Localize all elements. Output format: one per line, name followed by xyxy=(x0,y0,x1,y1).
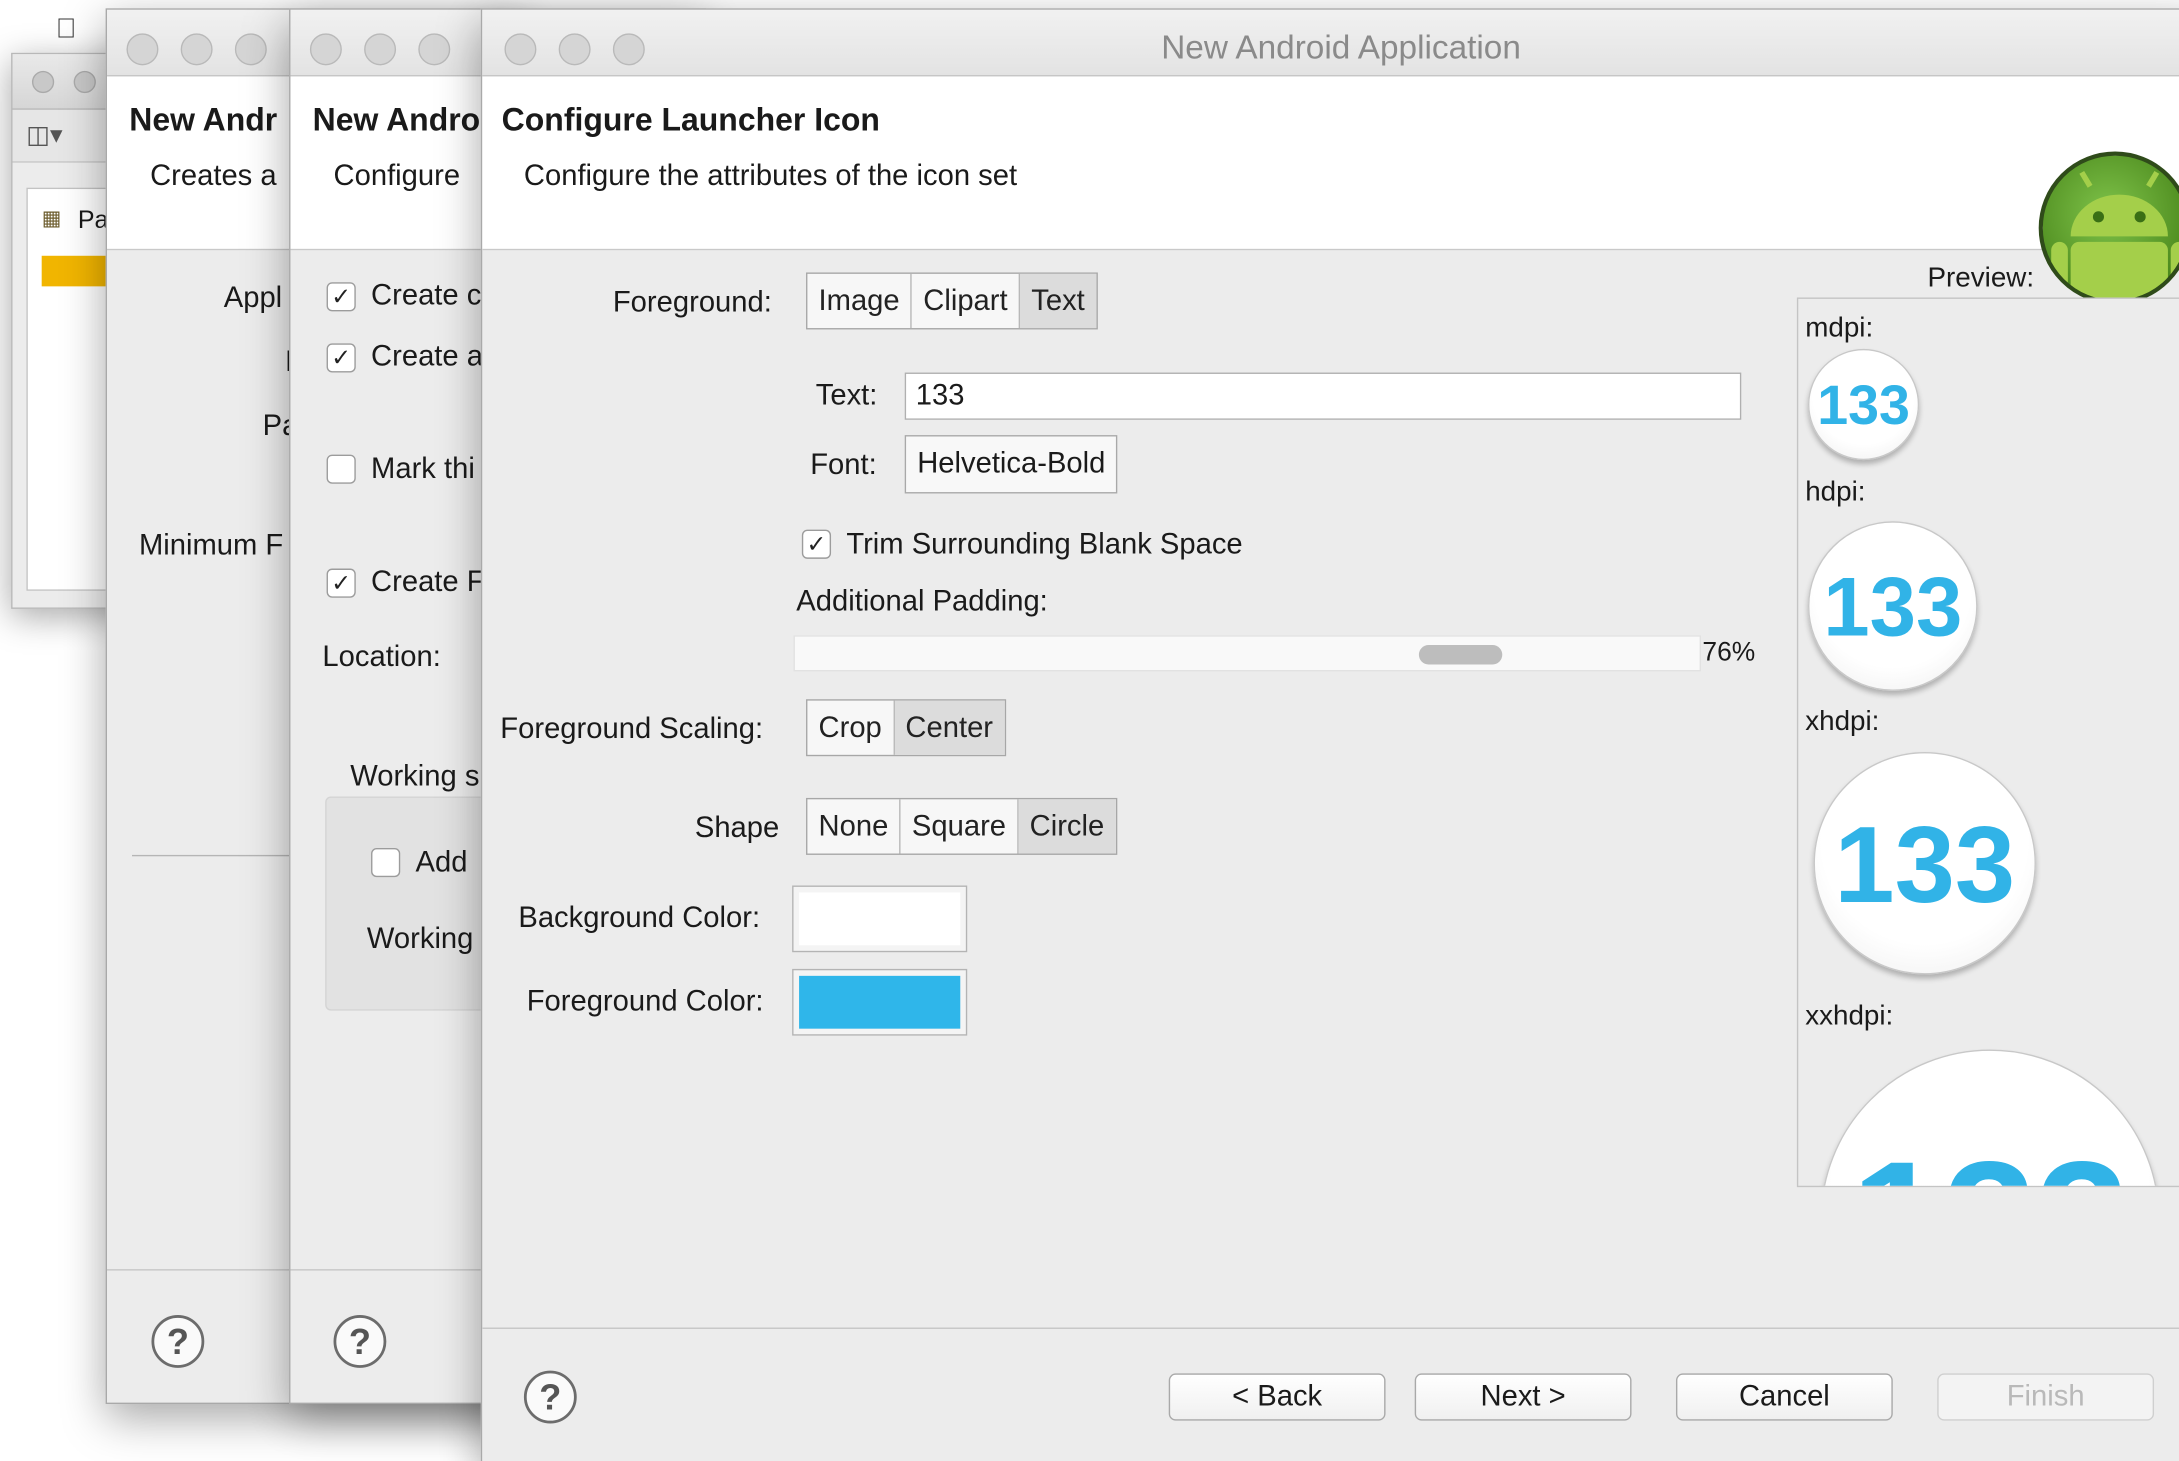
padding-label: Additional Padding: xyxy=(796,585,1048,618)
close-button[interactable] xyxy=(309,33,342,66)
android-robot-icon xyxy=(2051,170,2179,301)
close-button[interactable] xyxy=(126,33,159,66)
foreground-clipart-button[interactable]: Clipart xyxy=(912,273,1021,329)
zoom-button[interactable] xyxy=(418,33,451,66)
mdpi-icon-preview: 133 xyxy=(1807,348,1920,461)
mdpi-label: mdpi: xyxy=(1805,312,1874,344)
package-explorer-tab[interactable]: Pa xyxy=(78,206,109,235)
padding-slider[interactable] xyxy=(793,635,1701,672)
trim-checkbox[interactable]: ✓ xyxy=(801,529,832,559)
scaling-crop-button[interactable]: Crop xyxy=(807,700,895,755)
background-color-swatch xyxy=(799,892,961,946)
foreground-color-swatch xyxy=(799,975,961,1029)
shape-none-button[interactable]: None xyxy=(807,799,901,854)
shape-circle-button[interactable]: Circle xyxy=(1018,799,1116,854)
window-title: New Android Application xyxy=(1161,29,1521,67)
padding-slider-knob[interactable] xyxy=(1418,645,1503,665)
next-button[interactable]: Next > xyxy=(1414,1373,1632,1421)
zoom-button[interactable] xyxy=(234,33,267,66)
xhdpi-label: xhdpi: xyxy=(1805,706,1880,737)
minimize-button[interactable] xyxy=(364,33,397,66)
help-icon[interactable]: ? xyxy=(333,1315,387,1368)
foreground-color-button[interactable] xyxy=(792,968,968,1036)
minimize-light[interactable] xyxy=(73,70,96,94)
back-button[interactable]: < Back xyxy=(1168,1373,1386,1421)
create-project-checkbox[interactable]: ✓ xyxy=(326,568,356,598)
text-label: Text: xyxy=(815,379,878,412)
foreground-selector: Image Clipart Text xyxy=(806,272,1098,330)
scaling-selector: Crop Center xyxy=(806,699,1006,757)
configure-launcher-icon-window: New Android Application Configure Launch… xyxy=(480,8,2179,1461)
preview-panel: mdpi: 133 hdpi: 133 xhdpi: 133 xxhdpi: 1… xyxy=(1796,297,2179,1188)
hdpi-icon-preview: 133 xyxy=(1807,521,1978,691)
create-project-label: Create F xyxy=(371,565,485,598)
padding-value: 76% xyxy=(1702,638,1756,668)
foreground-color-label: Foreground Color: xyxy=(526,985,764,1018)
help-icon[interactable]: ? xyxy=(151,1315,205,1368)
foreground-text-button[interactable]: Text xyxy=(1020,273,1096,329)
shape-square-button[interactable]: Square xyxy=(901,799,1019,854)
foreground-image-button[interactable]: Image xyxy=(807,273,913,329)
minimize-button[interactable] xyxy=(180,33,213,66)
xhdpi-icon-preview: 133 xyxy=(1813,752,2036,975)
desktop: ◫▾ ▦ Pa  New Andr Creates a Appl I Pa M… xyxy=(0,0,2179,1461)
add-working-set-label: Add xyxy=(415,846,468,879)
foreground-label: Foreground: xyxy=(612,286,772,319)
create-activity-checkbox[interactable]: ✓ xyxy=(326,343,356,373)
working-sets-field-label: Working xyxy=(366,923,474,955)
shape-label: Shape xyxy=(694,811,780,844)
mark-library-checkbox[interactable] xyxy=(326,454,356,484)
trim-label: Trim Surrounding Blank Space xyxy=(846,528,1243,561)
minimum-sdk-label: Minimum F xyxy=(138,529,284,562)
shape-selector: None Square Circle xyxy=(806,797,1117,855)
location-label: Location: xyxy=(322,640,441,673)
xxhdpi-label: xxhdpi: xyxy=(1805,1000,1894,1032)
page-title: Configure Launcher Icon xyxy=(501,101,880,138)
main-titlebar: New Android Application xyxy=(482,9,2179,77)
wizard-1-subtitle: Creates a xyxy=(150,159,277,192)
add-working-set-checkbox[interactable] xyxy=(371,847,401,878)
background-color-label: Background Color: xyxy=(518,902,761,935)
scaling-center-button[interactable]: Center xyxy=(894,700,1005,755)
cancel-button[interactable]: Cancel xyxy=(1675,1373,1893,1421)
create-icon-checkbox[interactable]: ✓ xyxy=(326,282,356,312)
font-chooser-button[interactable]: Helvetica-Bold xyxy=(904,435,1118,494)
close-light[interactable] xyxy=(31,70,55,94)
wizard-1-title: New Andr xyxy=(129,101,278,138)
preview-label: Preview: xyxy=(1927,262,2035,294)
text-input[interactable]: 133 xyxy=(904,372,1742,420)
xxhdpi-icon-preview: 133 xyxy=(1820,1049,2160,1186)
font-label: Font: xyxy=(810,449,877,481)
create-activity-label: Create a xyxy=(371,340,483,373)
main-header: Configure Launcher Icon Configure the at… xyxy=(482,76,2179,305)
page-subtitle: Configure the attributes of the icon set xyxy=(523,159,1018,192)
application-name-label: Appl xyxy=(223,282,283,315)
package-explorer-icon: ▦ xyxy=(41,207,62,231)
mark-library-label: Mark thi xyxy=(371,453,475,486)
background-color-button[interactable] xyxy=(792,885,968,953)
finish-button[interactable]: Finish xyxy=(1937,1373,2155,1421)
android-logo-icon xyxy=(2038,151,2179,305)
working-sets-label: Working s xyxy=(350,760,480,793)
hdpi-label: hdpi: xyxy=(1805,476,1866,508)
wizard-2-title: New Andro xyxy=(312,101,481,138)
apple-menu-icon[interactable]:  xyxy=(56,14,77,46)
wizard-2-subtitle: Configure xyxy=(333,159,461,192)
new-wizard-icon[interactable]: ◫▾ xyxy=(26,121,62,150)
create-icon-label: Create c xyxy=(371,279,482,312)
scaling-label: Foreground Scaling: xyxy=(500,713,764,746)
help-icon[interactable]: ? xyxy=(523,1370,577,1424)
